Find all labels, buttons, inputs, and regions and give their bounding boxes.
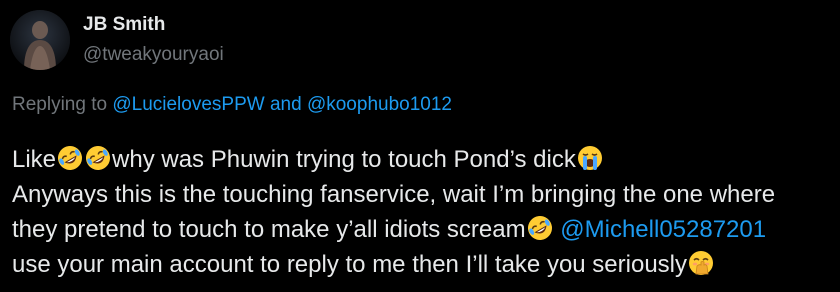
mention-link-2[interactable]: @koophubo1012 bbox=[307, 94, 452, 115]
avatar[interactable] bbox=[10, 10, 70, 70]
tweet-line-4: use your main account to reply to me the… bbox=[12, 247, 840, 282]
display-name[interactable]: JB Smith bbox=[83, 12, 165, 38]
mention-link-1[interactable]: @LucielovesPPW bbox=[112, 94, 264, 115]
mention-joiner[interactable]: and bbox=[270, 94, 302, 115]
mention-link-3[interactable]: @Michell05287201 bbox=[560, 216, 766, 243]
tweet-line-2: Anyways this is the touching fanservice,… bbox=[12, 181, 776, 208]
tweet-line-1: Like why was Phuwin trying to touch Pond’… bbox=[12, 142, 840, 177]
tweet-text-segment: why was Phuwin trying to touch Pond’s di… bbox=[112, 146, 576, 173]
user-handle[interactable]: @tweakyouryaoi bbox=[83, 42, 224, 68]
tweet-text-segment: Like bbox=[12, 146, 57, 173]
loudly-crying-face-icon bbox=[577, 145, 603, 171]
rolling-on-floor-laughing-icon bbox=[527, 215, 553, 241]
rolling-on-floor-laughing-icon bbox=[85, 145, 111, 171]
tweet-text-segment: they pretend to touch to make y’all idio… bbox=[12, 216, 526, 243]
replying-to-line: Replying to @LucielovesPPW and @koophubo… bbox=[12, 91, 452, 119]
tweet-body: Like why was Phuwin trying to touch Pond’… bbox=[12, 142, 840, 282]
tweet-text-segment: use your main account to reply to me the… bbox=[12, 251, 687, 278]
rolling-on-floor-laughing-icon bbox=[57, 145, 83, 171]
replying-to-label: Replying to bbox=[12, 94, 108, 115]
face-with-hand-over-mouth-icon bbox=[688, 250, 714, 276]
tweet-line-3: they pretend to touch to make y’all idio… bbox=[12, 212, 840, 247]
